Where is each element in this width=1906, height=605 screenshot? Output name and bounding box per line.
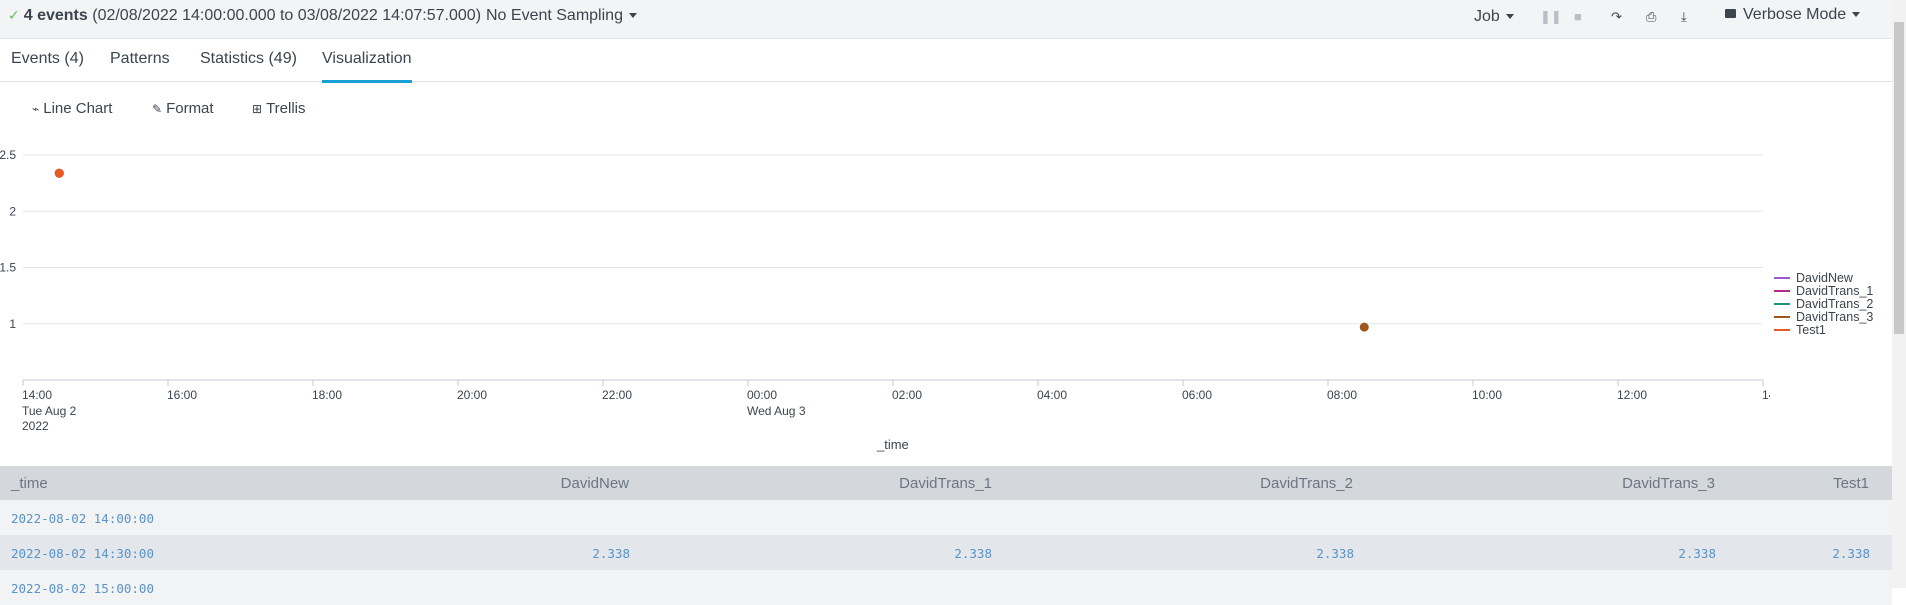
data-point [1359, 322, 1369, 332]
column-header-time[interactable]: _time [11, 475, 48, 492]
tab-statistics[interactable]: Statistics (49) [200, 50, 297, 80]
legend-swatch [1774, 277, 1790, 279]
table-cell-time[interactable]: 2022-08-02 14:00:00 [11, 511, 154, 526]
legend-swatch [1774, 303, 1790, 305]
column-header-davidtrans-1[interactable]: DavidTrans_1 [899, 475, 992, 492]
chart-points [54, 168, 1369, 332]
table-row: 2022-08-02 14:00:00 [0, 500, 1892, 535]
x-tick-sublabel: Wed Aug 3 [747, 404, 806, 418]
check-icon: ✓ [8, 7, 20, 23]
chart-type-button[interactable]: ⌁ Line Chart [32, 100, 112, 117]
x-tick-label: 10:00 [1472, 388, 1502, 402]
x-tick-label: 22:00 [602, 388, 632, 402]
chevron-down-icon [1852, 12, 1861, 18]
chart-axes: 1 1.5 2 2.5 14:00 Tue Aug 22022 16:00 18:00 20:0… [0, 148, 1770, 433]
tab-visualization[interactable]: Visualization [322, 50, 412, 83]
x-tick-label: 14:00 [22, 388, 52, 402]
chart-type-label: Line Chart [43, 100, 113, 117]
job-status-bar: ✓ 4 events (02/08/2022 14:00:00.000 to 03… [0, 0, 1892, 39]
tab-events[interactable]: Events (4) [11, 50, 84, 80]
job-menu-label: Job [1474, 8, 1500, 25]
table-cell-value[interactable]: 2.338 [954, 546, 992, 561]
job-menu[interactable]: Job [1474, 8, 1514, 26]
export-icon[interactable]: ⤓ [1681, 9, 1687, 25]
chart-gridlines [23, 154, 1763, 325]
chevron-down-icon [628, 13, 637, 19]
table-cell-value[interactable]: 2.338 [592, 546, 630, 561]
stop-icon[interactable]: ■ [1574, 9, 1582, 24]
results-tabs: Events (4) Patterns Statistics (49) Visu… [0, 39, 1892, 83]
legend-label: DavidNew [1796, 271, 1853, 285]
print-icon[interactable]: ⎙ [1646, 9, 1656, 25]
trellis-label: Trellis [266, 100, 306, 117]
chevron-down-icon [1505, 14, 1514, 20]
line-chart-icon: ⌁ [32, 102, 40, 116]
x-tick-label: 16:00 [167, 388, 197, 402]
events-time-range: (02/08/2022 14:00:00.000 to 03/08/2022 1… [92, 7, 482, 24]
grid-icon: ⊞ [252, 102, 263, 116]
x-tick-sublabel: 2022 [22, 419, 49, 433]
legend-swatch [1774, 329, 1790, 331]
x-tick-label: 18:00 [312, 388, 342, 402]
x-tick-label: 12:00 [1617, 388, 1647, 402]
event-sampling-label: No Event Sampling [486, 7, 623, 24]
legend-label: DavidTrans_1 [1796, 284, 1874, 298]
y-tick-label: 1.5 [0, 261, 16, 275]
line-chart: 1 1.5 2 2.5 14:00 Tue Aug 22022 16:00 18:00 20:0… [0, 148, 1770, 433]
x-tick-label: 00:00 [747, 388, 777, 402]
table-cell-time[interactable]: 2022-08-02 15:00:00 [11, 581, 154, 596]
table-cell-time[interactable]: 2022-08-02 14:30:00 [11, 546, 154, 561]
format-label: Format [166, 100, 214, 117]
pencil-icon: ✎ [152, 102, 163, 116]
search-mode-dropdown[interactable]: Verbose Mode [1725, 6, 1861, 24]
table-header: _time DavidNew DavidTrans_1 DavidTrans_2… [0, 466, 1892, 500]
x-tick-label: 06:00 [1182, 388, 1212, 402]
x-tick-label: 14:00 [1762, 388, 1770, 402]
scrollbar-thumb[interactable] [1894, 22, 1904, 334]
x-tick-label: 04:00 [1037, 388, 1067, 402]
legend-swatch [1774, 316, 1790, 318]
x-tick-label: 20:00 [457, 388, 487, 402]
event-sampling-dropdown[interactable]: No Event Sampling [486, 7, 637, 25]
legend-label: DavidTrans_3 [1796, 310, 1874, 324]
search-mode-label: Verbose Mode [1743, 6, 1847, 23]
table-row: 2022-08-02 14:30:00 2.338 2.338 2.338 2.… [0, 535, 1892, 570]
table-cell-value[interactable]: 2.338 [1678, 546, 1716, 561]
share-icon[interactable]: ↷ [1611, 9, 1622, 25]
legend-label: Test1 [1796, 323, 1826, 337]
y-tick-label: 1 [9, 317, 16, 331]
events-count: 4 events [23, 7, 88, 24]
mode-icon [1725, 9, 1736, 18]
column-header-davidnew[interactable]: DavidNew [561, 475, 629, 492]
chart-legend: DavidNew DavidTrans_1 DavidTrans_2 David… [1774, 272, 1873, 337]
pause-icon[interactable]: ❚❚ [1540, 9, 1562, 25]
x-tick-sublabel: Tue Aug 2 [22, 404, 77, 418]
column-header-davidtrans-2[interactable]: DavidTrans_2 [1260, 475, 1353, 492]
trellis-button[interactable]: ⊞ Trellis [252, 100, 306, 117]
legend-label: DavidTrans_2 [1796, 297, 1874, 311]
x-tick-label: 08:00 [1327, 388, 1357, 402]
format-button[interactable]: ✎ Format [152, 100, 214, 117]
x-axis-title: _time [877, 437, 909, 452]
y-tick-label: 2 [9, 204, 16, 218]
statistics-table: _time DavidNew DavidTrans_1 DavidTrans_2… [0, 466, 1892, 605]
x-tick-label: 02:00 [892, 388, 922, 402]
table-cell-value[interactable]: 2.338 [1832, 546, 1870, 561]
legend-swatch [1774, 290, 1790, 292]
column-header-davidtrans-3[interactable]: DavidTrans_3 [1622, 475, 1715, 492]
event-summary: ✓ 4 events (02/08/2022 14:00:00.000 to 03… [8, 7, 481, 25]
tab-patterns[interactable]: Patterns [110, 50, 170, 80]
legend-item[interactable]: Test1 [1774, 324, 1873, 337]
y-tick-label: 2.5 [0, 148, 16, 162]
table-cell-value[interactable]: 2.338 [1316, 546, 1354, 561]
data-point [54, 168, 64, 178]
column-header-test1[interactable]: Test1 [1833, 475, 1869, 492]
